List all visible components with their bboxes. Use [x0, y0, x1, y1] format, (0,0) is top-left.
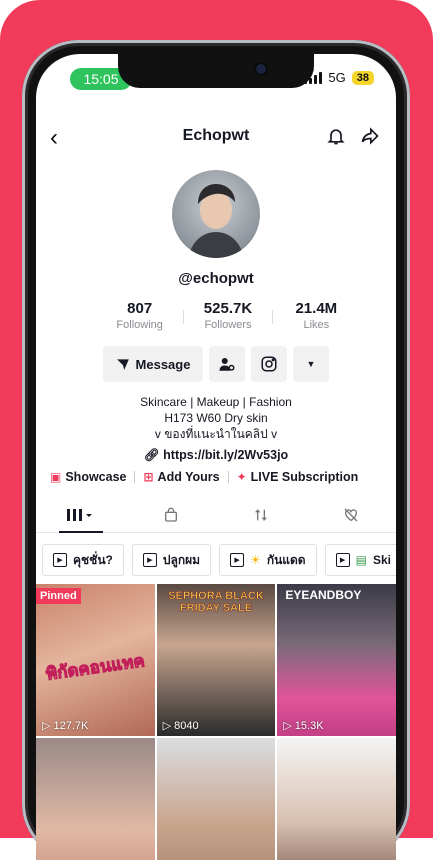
feature-label: Showcase — [65, 470, 127, 484]
view-count-value: 15.3K — [294, 719, 324, 732]
bio-line: H173 W60 Dry skin — [164, 411, 268, 425]
send-icon — [116, 359, 129, 370]
video-thumbnail[interactable] — [156, 738, 276, 860]
battery-badge: 38 — [351, 70, 374, 85]
playlist-label: คุชชั่น? — [73, 552, 113, 567]
playlist-chip[interactable]: ▶ ▤ Ski — [324, 544, 396, 576]
playlist-chips: ▶ คุชชั่น? ▶ ปลูกผม ▶ ☀ กันแดด ▶ ▤ Ski — [42, 544, 396, 576]
stat-value: 525.7K — [203, 300, 253, 317]
add-friend-icon — [219, 358, 235, 371]
video-thumbnail[interactable] — [277, 738, 396, 860]
instagram-icon — [261, 356, 277, 372]
repost-icon — [255, 508, 267, 522]
profile-features: ▣ Showcase ⊞ Add Yours ✦ LIVE Subscripti… — [50, 470, 388, 484]
playlist-label: Ski — [372, 553, 391, 567]
instagram-button[interactable] — [251, 346, 287, 382]
tab-shop[interactable] — [126, 498, 216, 532]
profile-actions: Message ▼ — [36, 346, 396, 382]
stat-following[interactable]: 807 Following — [96, 300, 183, 331]
divider — [227, 471, 229, 483]
add-friend-button[interactable] — [209, 346, 245, 382]
shopping-bag-icon: ▣ — [50, 470, 62, 484]
more-dropdown-button[interactable]: ▼ — [293, 346, 329, 382]
stat-label: Following — [116, 319, 163, 331]
network-label: 5G — [328, 70, 346, 85]
books-icon: ▤ — [355, 553, 367, 567]
stat-value: 21.4M — [295, 300, 338, 317]
view-count: ▷ 8040 — [162, 719, 199, 733]
message-button[interactable]: Message — [103, 346, 203, 382]
share-icon[interactable] — [360, 126, 380, 151]
playlist-icon: ▶ — [335, 553, 350, 567]
view-count-value: 8040 — [174, 719, 199, 732]
link-text: https://bit.ly/2Wv53jo — [163, 448, 289, 462]
add-yours-link[interactable]: ⊞ Add Yours — [143, 470, 219, 484]
video-overlay-text: SEPHORA BLACK FRIDAY SALE — [168, 590, 264, 615]
playlist-chip[interactable]: ▶ คุชชั่น? — [42, 544, 124, 576]
playlist-label: กันแดด — [266, 552, 306, 567]
add-yours-icon: ⊞ — [143, 470, 154, 484]
notch — [118, 54, 314, 88]
link-icon: 🔗︎ — [143, 448, 160, 462]
play-icon: ▷ — [42, 720, 51, 732]
playlist-label: ปลูกผม — [162, 552, 201, 567]
stat-likes[interactable]: 21.4M Likes — [273, 300, 360, 331]
videos-grid-icon — [67, 509, 92, 521]
divider — [134, 471, 136, 483]
play-icon: ▷ — [162, 720, 172, 732]
showcase-link[interactable]: ▣ Showcase — [50, 470, 126, 484]
video-overlay-text: พิกัดคอนแทค — [44, 651, 146, 685]
profile-handle: @echopwt — [178, 270, 254, 287]
profile-header: ‹ Echopwt — [36, 122, 396, 152]
playlist-icon: ▶ — [142, 553, 157, 567]
back-icon[interactable]: ‹ — [50, 124, 58, 152]
bell-icon[interactable] — [326, 126, 346, 151]
profile-link[interactable]: 🔗︎ https://bit.ly/2Wv53jo — [36, 448, 396, 463]
page-title: Echopwt — [182, 127, 250, 144]
live-subscription-icon: ✦ — [236, 470, 247, 484]
video-thumbnail[interactable]: Pinned พิกัดคอนแทค ▷ 127.7K — [36, 584, 155, 736]
message-label: Message — [135, 356, 191, 372]
stat-followers[interactable]: 525.7K Followers — [184, 300, 271, 331]
playlist-chip[interactable]: ▶ ☀ กันแดด — [219, 544, 317, 576]
live-subscription-link[interactable]: ✦ LIVE Subscription — [237, 470, 359, 484]
video-grid: Pinned พิกัดคอนแทค ▷ 127.7K SEPHORA BLACK… — [36, 584, 396, 860]
stat-value: 807 — [127, 300, 153, 317]
shopping-bag-icon — [165, 507, 177, 522]
status-indicators: 5G 38 — [304, 70, 374, 85]
camera-icon — [256, 64, 266, 74]
liked-hidden-icon — [344, 508, 358, 522]
video-thumbnail[interactable] — [36, 738, 155, 860]
tab-liked[interactable] — [306, 498, 396, 532]
video-overlay-text: EYEANDBOY — [285, 588, 362, 602]
phone-frame: 15:05 5G 38 ‹ Echopwt @echopwt 807 Follo… — [22, 40, 410, 860]
playlist-icon: ▶ — [230, 553, 245, 567]
profile-bio: Skincare | Makeup | Fashion H173 W60 Dry… — [36, 394, 396, 442]
stat-label: Followers — [204, 319, 252, 331]
playlist-chip[interactable]: ▶ ปลูกผม — [131, 544, 212, 576]
tab-reposts[interactable] — [216, 498, 306, 532]
stat-label: Likes — [303, 319, 330, 331]
sun-icon: ☀ — [250, 553, 261, 567]
video-thumbnail[interactable]: SEPHORA BLACK FRIDAY SALE ▷ 8040 — [156, 584, 276, 736]
feature-label: LIVE Subscription — [250, 470, 359, 484]
bio-line: v ของที่แนะนำในคลิป v — [154, 427, 278, 441]
tab-videos[interactable] — [36, 498, 126, 532]
pinned-badge: Pinned — [36, 588, 81, 604]
avatar[interactable] — [172, 170, 260, 258]
play-icon: ▷ — [283, 720, 292, 732]
feature-label: Add Yours — [157, 470, 220, 484]
caret-down-icon: ▼ — [306, 359, 316, 369]
bio-line: Skincare | Makeup | Fashion — [140, 395, 292, 409]
playlist-icon: ▶ — [53, 553, 67, 567]
view-count: ▷ 15.3K — [283, 719, 324, 733]
view-count-value: 127.7K — [53, 719, 89, 732]
phone-screen: 15:05 5G 38 ‹ Echopwt @echopwt 807 Follo… — [36, 54, 396, 860]
view-count: ▷ 127.7K — [42, 719, 89, 733]
video-thumbnail[interactable]: EYEANDBOY ▷ 15.3K — [277, 584, 396, 736]
profile-stats: 807 Following 525.7K Followers 21.4M Lik… — [96, 300, 360, 331]
content-tabs — [36, 498, 396, 533]
